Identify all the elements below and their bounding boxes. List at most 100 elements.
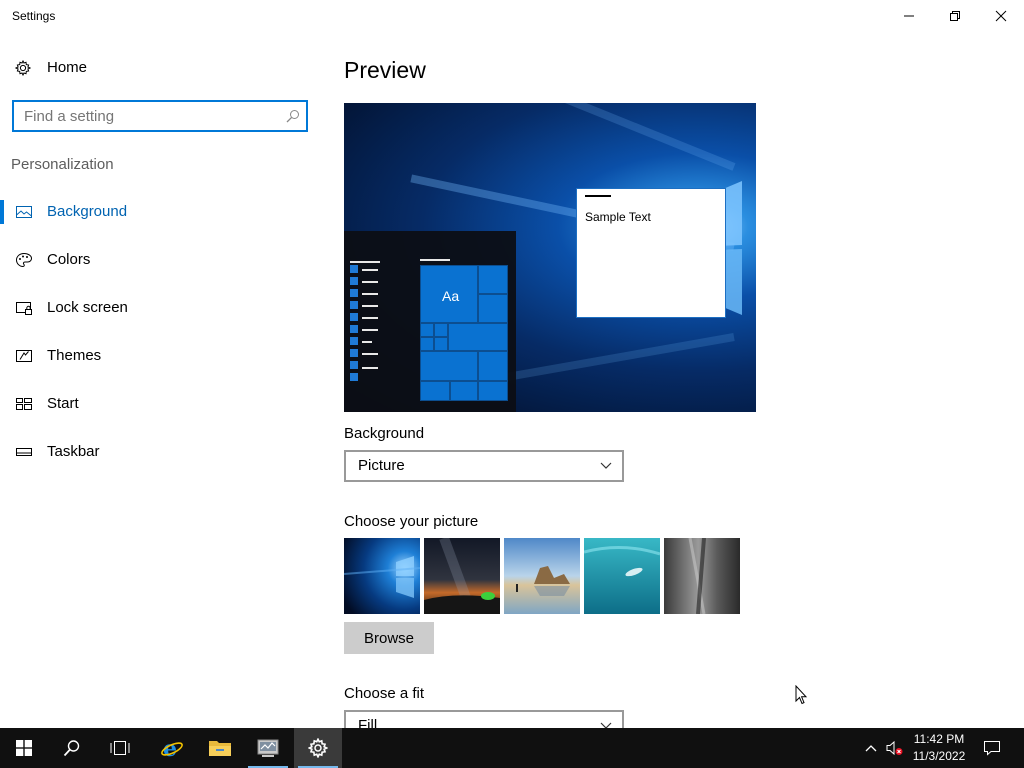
live-tile [420,323,434,337]
sidebar-item-label: Taskbar [47,443,100,460]
start-menu-line [362,329,378,331]
sidebar-item-start[interactable]: Start [0,384,320,424]
action-center-button[interactable] [978,728,1006,768]
beach-rocks-thumbnail [504,538,580,614]
start-menu-line [350,261,380,263]
tile-text: Aa [442,288,460,304]
taskbar-icon [16,448,32,456]
task-view-icon [110,741,130,755]
task-view-button[interactable] [96,728,144,768]
sidebar-item-colors[interactable]: Colors [0,240,320,280]
start-button[interactable] [0,728,48,768]
search-box[interactable] [12,100,308,132]
sidebar-item-background[interactable]: Background [0,192,320,232]
fit-dropdown[interactable]: Fill [344,710,624,728]
search-icon[interactable] [286,109,300,123]
minimize-icon [904,15,914,17]
volume-muted-icon [886,740,903,756]
title-bar: Settings [0,0,1024,32]
sidebar-item-taskbar[interactable]: Taskbar [0,432,320,472]
chevron-up-icon [865,745,877,752]
start-menu-icon [350,373,358,381]
start-menu-icon [350,361,358,369]
start-menu-icon [350,289,358,297]
browse-button[interactable]: Browse [344,622,434,654]
lock-screen-icon [16,302,32,315]
chevron-down-icon [600,722,612,728]
start-menu-icon [350,337,358,345]
palette-icon [15,252,33,268]
sidebar-item-lock-screen[interactable]: Lock screen [0,288,320,328]
windows-hero-thumbnail [344,538,420,614]
clock-time: 11:42 PM [913,732,965,746]
start-menu-line [362,269,378,271]
live-tile [450,381,478,401]
server-manager-icon [257,739,279,757]
choose-fit-label: Choose a fit [344,685,425,702]
minimize-button[interactable] [886,0,932,32]
picture-thumbnail[interactable] [344,538,420,614]
mouse-cursor-icon [795,685,807,705]
start-menu-line [362,353,378,355]
dropdown-value: Fill [358,717,378,728]
live-tile [420,351,478,381]
restore-button[interactable] [932,0,978,32]
start-menu-icon [350,325,358,333]
live-tile [478,265,508,294]
themes-icon [16,350,32,362]
search-input[interactable] [24,107,274,125]
night-sky-thumbnail [424,538,500,614]
folder-icon [209,741,231,756]
file-explorer-button[interactable] [196,728,244,768]
clock-date: 11/3/2022 [912,749,966,763]
sidebar-item-label: Themes [47,347,102,364]
live-tile [420,381,450,401]
show-hidden-icons-button[interactable] [860,728,882,768]
volume-button[interactable] [883,728,905,768]
search-button[interactable] [48,728,96,768]
sidebar-item-home[interactable]: Home [0,52,320,84]
sample-text: Sample Text [585,210,651,224]
restore-icon [950,11,960,21]
notification-icon [984,741,1000,756]
picture-icon [16,206,32,218]
internet-explorer-icon: e [161,736,183,760]
start-menu-preview: Aa [344,231,516,412]
start-menu-line [362,341,372,343]
server-manager-button[interactable] [244,728,292,768]
sidebar-item-label: Start [47,395,79,412]
internet-explorer-button[interactable]: e [148,728,196,768]
picture-thumbnail[interactable] [584,538,660,614]
live-tile [434,323,448,337]
live-tile [478,294,508,323]
background-dropdown[interactable]: Picture [344,450,624,482]
close-button[interactable] [978,0,1024,32]
picture-thumbnail[interactable] [504,538,580,614]
sample-window: Sample Text [576,188,726,318]
light-beam [389,103,736,171]
gear-icon [308,738,328,758]
sidebar-item-label: Background [47,203,128,220]
live-tile [448,323,508,351]
start-menu-line [362,305,378,307]
background-preview: Aa Sample Text [344,103,756,412]
windows-logo-icon [16,740,32,756]
sidebar-item-themes[interactable]: Themes [0,336,320,376]
live-tile: Aa [420,265,478,323]
gear-icon [15,60,31,76]
section-title: Personalization [11,156,114,173]
clock[interactable]: 11:42 PM 11/3/2022 [906,731,972,765]
dropdown-value: Picture [358,457,405,474]
picture-thumbnail[interactable] [424,538,500,614]
active-indicator [0,200,4,224]
start-menu-icon [350,265,358,273]
rock-cliff-thumbnail [664,538,740,614]
taskbar: e 11:42 PM 11/3/2022 [0,728,1024,768]
start-menu-line [362,281,378,283]
settings-taskbar-button[interactable] [294,728,342,768]
start-menu-line [420,259,450,261]
picture-thumbnail[interactable] [664,538,740,614]
page-title: Preview [344,57,426,83]
start-menu-icon [350,277,358,285]
start-menu-line [362,367,378,369]
